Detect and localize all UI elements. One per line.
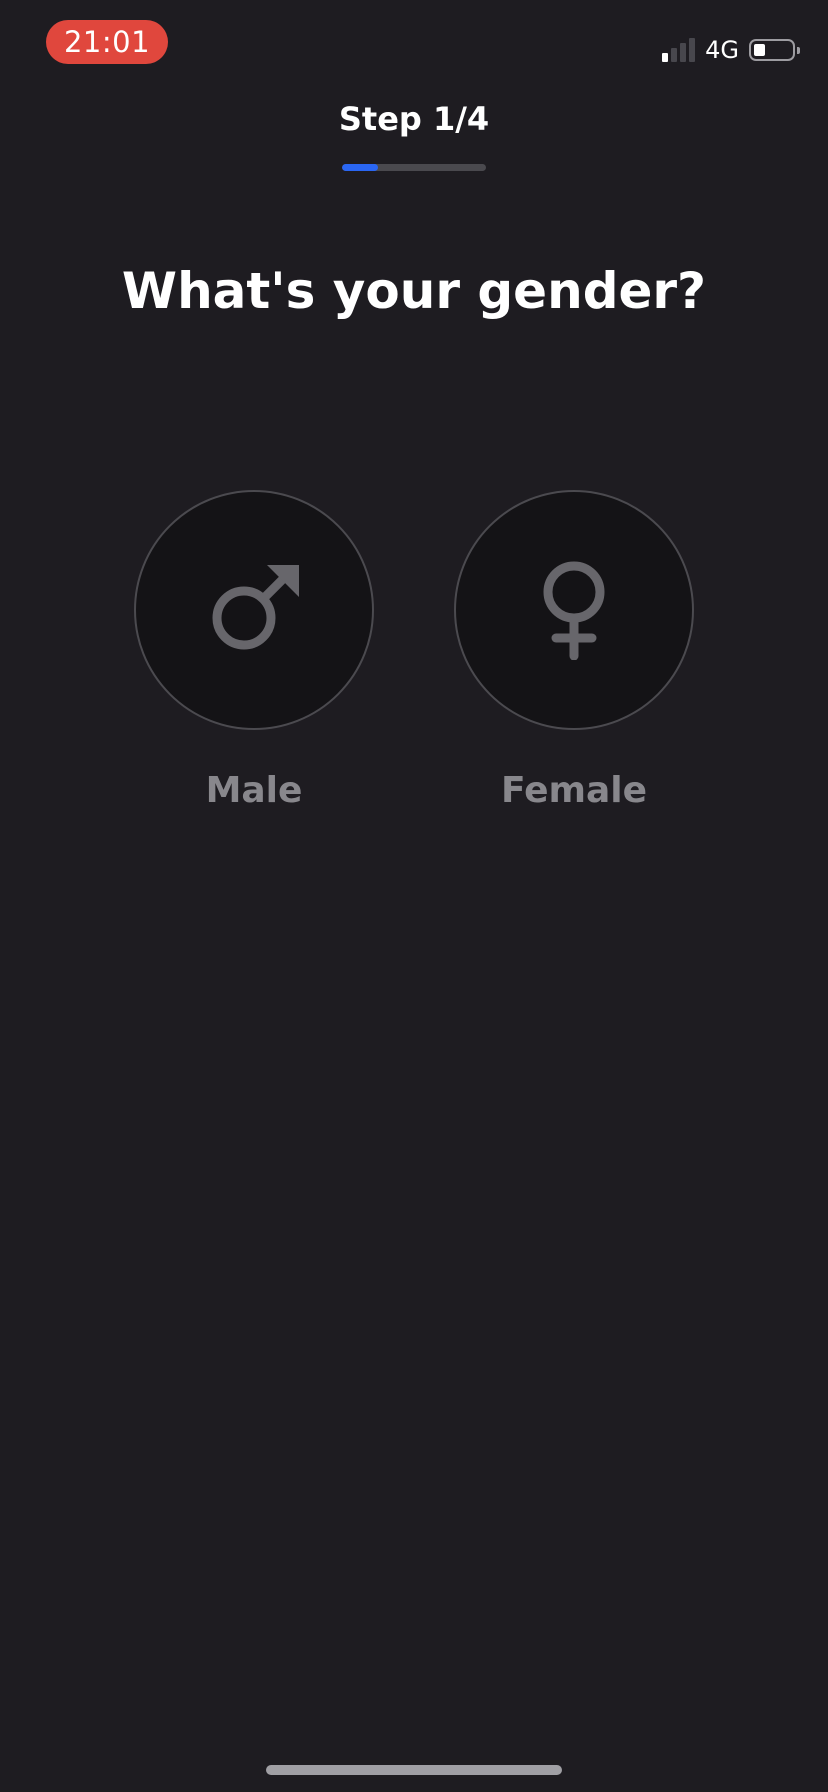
status-time: 21:01 xyxy=(46,20,168,64)
signal-bar xyxy=(662,53,669,62)
male-symbol-icon xyxy=(212,565,299,650)
status-indicators: 4G xyxy=(662,36,800,64)
signal-bar xyxy=(680,43,687,62)
female-label: Female xyxy=(500,770,648,811)
battery-level xyxy=(754,44,765,56)
female-symbol-icon xyxy=(543,561,605,660)
gender-option-male[interactable]: Male xyxy=(134,490,374,811)
signal-bar xyxy=(671,48,678,62)
male-label: Male xyxy=(205,770,303,811)
signal-bar xyxy=(689,38,696,62)
progress-bar-fill xyxy=(342,164,378,171)
home-indicator[interactable] xyxy=(266,1765,562,1775)
battery-icon xyxy=(749,39,800,61)
progress-bar xyxy=(342,164,486,171)
gender-option-female[interactable]: Female xyxy=(454,490,694,811)
page-title: What's your gender? xyxy=(121,262,707,320)
step-indicator: Step 1/4 xyxy=(338,100,490,138)
female-button[interactable] xyxy=(454,490,694,730)
cellular-signal-icon xyxy=(662,38,696,62)
network-type: 4G xyxy=(705,36,739,64)
male-button[interactable] xyxy=(134,490,374,730)
